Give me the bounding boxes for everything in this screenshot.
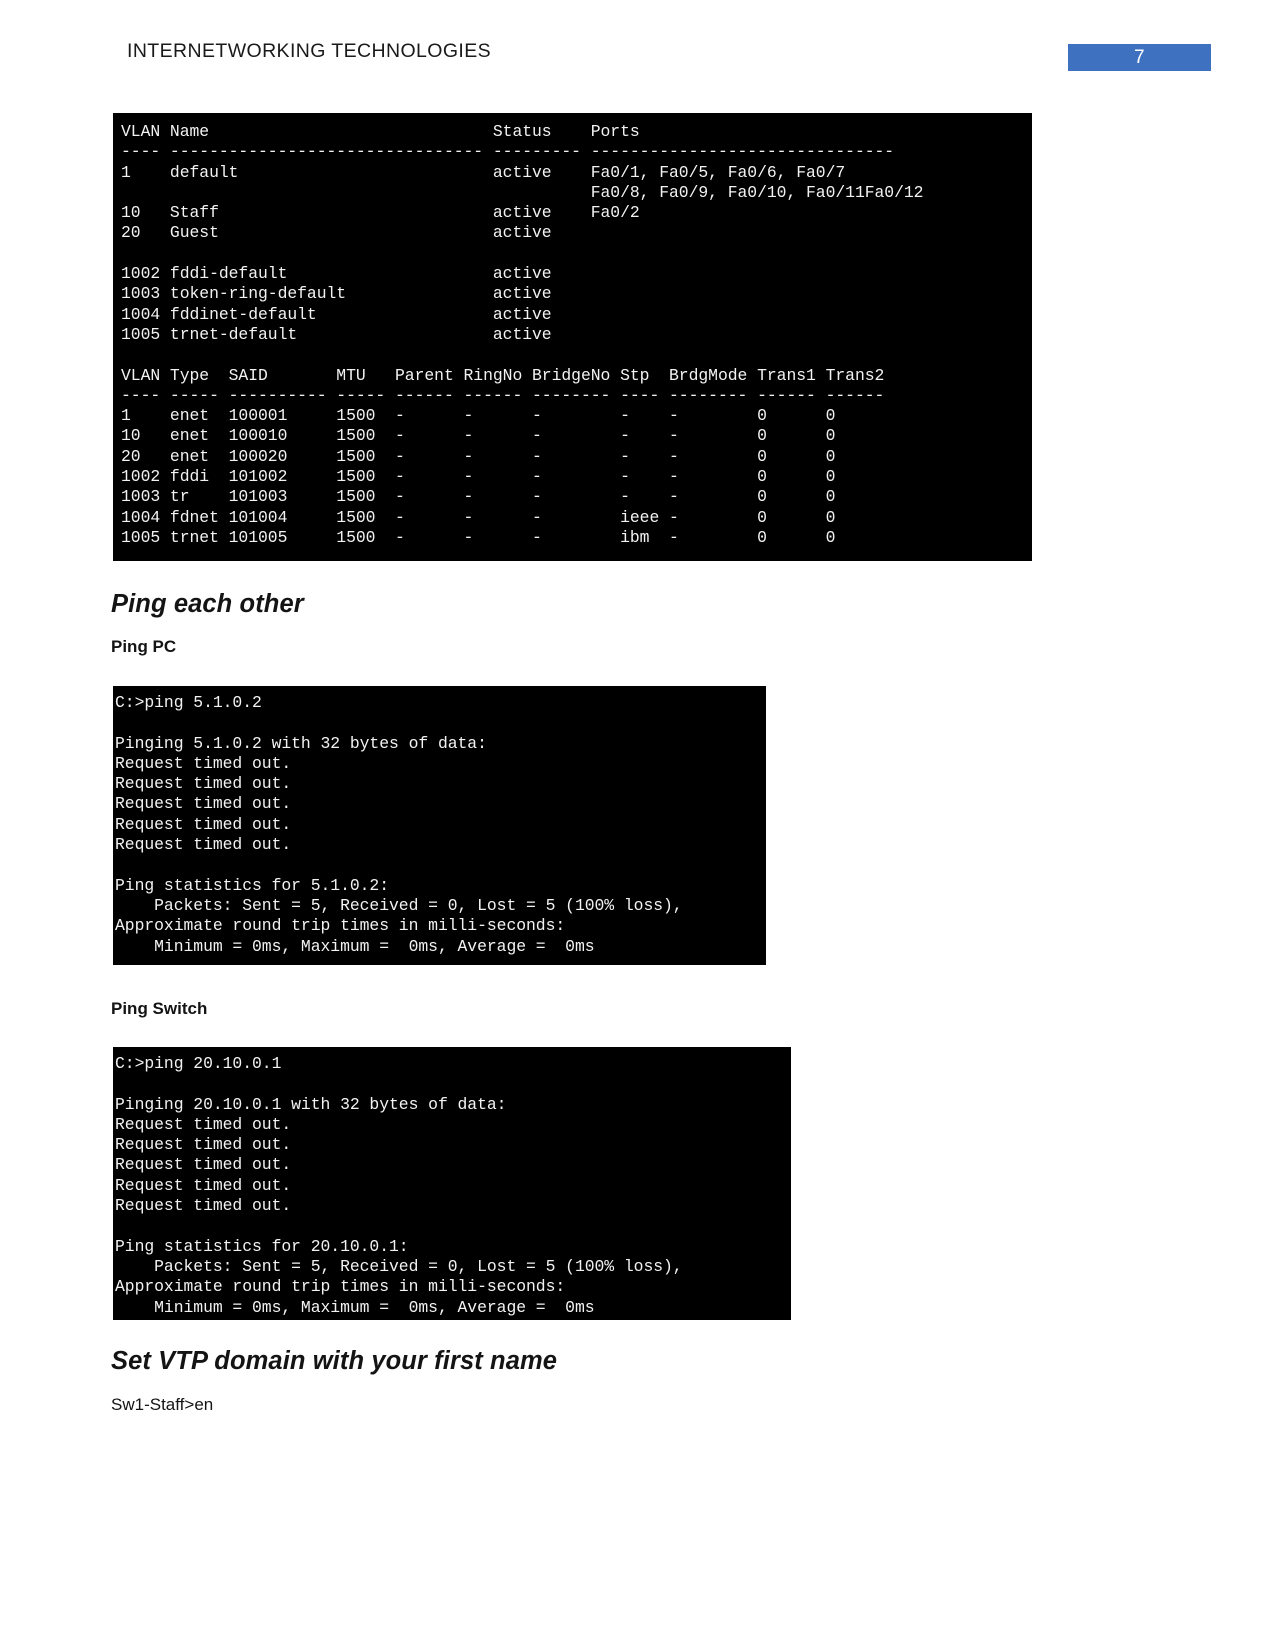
terminal-line: 1003 tr 101003 1500 - - - - - 0 0 xyxy=(121,487,836,507)
terminal-line: 10 Staff active Fa0/2 xyxy=(121,203,640,223)
terminal-ping-pc-output: C:>ping 5.1.0.2 Pinging 5.1.0.2 with 32 … xyxy=(113,686,766,965)
terminal-line: Ping statistics for 5.1.0.2: xyxy=(115,875,390,895)
terminal-line: ---- ----- ---------- ----- ------ -----… xyxy=(121,385,885,405)
text-sw1-staff-prompt: Sw1-Staff>en xyxy=(111,1395,214,1414)
terminal-line: 1002 fddi 101002 1500 - - - - - 0 0 xyxy=(121,467,836,487)
terminal-line: C:>ping 5.1.0.2 xyxy=(115,693,262,712)
terminal-line: 1005 trnet 101005 1500 - - - ibm - 0 0 xyxy=(121,527,836,547)
terminal-line: Pinging 20.10.0.1 with 32 bytes of data: xyxy=(115,1094,507,1114)
heading-set-vtp-domain: Set VTP domain with your first name xyxy=(111,1347,558,1375)
terminal-line: Minimum = 0ms, Maximum = 0ms, Average = … xyxy=(115,1297,595,1317)
terminal-line: Request timed out. xyxy=(115,1175,292,1195)
terminal-line: Request timed out. xyxy=(115,794,292,814)
terminal-line: Minimum = 0ms, Maximum = 0ms, Average = … xyxy=(115,936,595,956)
terminal-line: Approximate round trip times in milli-se… xyxy=(115,916,566,936)
terminal-line: Packets: Sent = 5, Received = 0, Lost = … xyxy=(115,1256,683,1276)
terminal-line: Fa0/8, Fa0/9, Fa0/10, Fa0/11Fa0/12 xyxy=(121,182,924,202)
terminal-line: ---- -------------------------------- --… xyxy=(121,142,895,162)
terminal-line: 20 enet 100020 1500 - - - - - 0 0 xyxy=(121,446,836,466)
terminal-line: 1 default active Fa0/1, Fa0/5, Fa0/6, Fa… xyxy=(121,162,846,182)
terminal-line: Request timed out. xyxy=(115,1196,292,1216)
document-header: INTERNETWORKING TECHNOLOGIES 7 xyxy=(0,40,1275,80)
terminal-line: Pinging 5.1.0.2 with 32 bytes of data: xyxy=(115,733,487,753)
terminal-line: Request timed out. xyxy=(115,1114,292,1134)
terminal-line: 1005 trnet-default active xyxy=(121,324,552,344)
terminal-line: Packets: Sent = 5, Received = 0, Lost = … xyxy=(115,895,683,915)
terminal-line: C:>ping 20.10.0.1 xyxy=(115,1054,282,1073)
terminal-line: VLAN Type SAID MTU Parent RingNo BridgeN… xyxy=(121,365,885,385)
terminal-ping-switch-output: C:>ping 20.10.0.1 Pinging 20.10.0.1 with… xyxy=(113,1047,791,1320)
terminal-line: Request timed out. xyxy=(115,774,292,794)
terminal-line: Request timed out. xyxy=(115,814,292,834)
terminal-line: VLAN Name Status Ports xyxy=(121,122,640,141)
header-title: INTERNETWORKING TECHNOLOGIES xyxy=(127,40,492,62)
terminal-line: 1004 fddinet-default active xyxy=(121,304,552,324)
label-ping-switch: Ping Switch xyxy=(111,999,208,1018)
terminal-line: Request timed out. xyxy=(115,753,292,773)
terminal-vlan-output: VLAN Name Status Ports ---- -------------… xyxy=(113,113,1032,561)
terminal-line: 20 Guest active xyxy=(121,223,552,243)
terminal-line: 10 enet 100010 1500 - - - - - 0 0 xyxy=(121,426,836,446)
terminal-line: 1004 fdnet 101004 1500 - - - ieee - 0 0 xyxy=(121,507,836,527)
heading-ping-each-other: Ping each other xyxy=(111,590,304,618)
terminal-line: Request timed out. xyxy=(115,1155,292,1175)
terminal-line: Request timed out. xyxy=(115,1135,292,1155)
terminal-line: 1003 token-ring-default active xyxy=(121,284,552,304)
page-number-badge: 7 xyxy=(1068,44,1211,71)
terminal-line: Request timed out. xyxy=(115,835,292,855)
document-page: INTERNETWORKING TECHNOLOGIES 7 VLAN Name… xyxy=(0,0,1275,1650)
label-ping-pc: Ping PC xyxy=(111,637,177,656)
terminal-line: Approximate round trip times in milli-se… xyxy=(115,1277,566,1297)
terminal-line: 1002 fddi-default active xyxy=(121,264,552,284)
terminal-line: Ping statistics for 20.10.0.1: xyxy=(115,1236,409,1256)
terminal-line: 1 enet 100001 1500 - - - - - 0 0 xyxy=(121,406,836,426)
